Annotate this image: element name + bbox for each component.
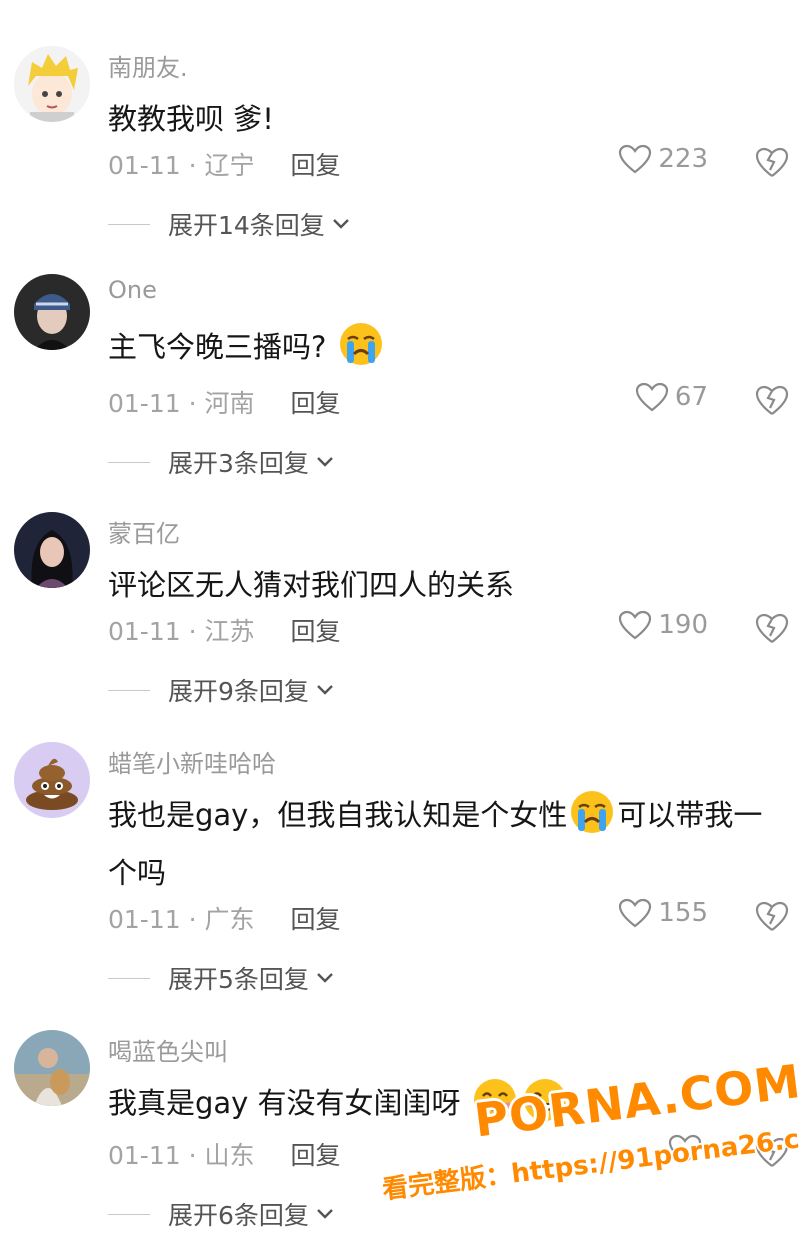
comment-text: 评论区无人猜对我们四人的关系 [108,568,515,602]
avatar[interactable] [14,742,90,818]
username[interactable]: One [108,276,157,304]
avatar[interactable] [14,274,90,350]
comment-location: 河南 [204,389,255,418]
comment-date: 01-11 [108,905,181,934]
comment-text-content: 主飞今晚三播吗? [108,330,327,364]
chevron-down-icon [317,1209,333,1219]
comment-location: 江苏 [204,617,255,646]
heart-icon [635,382,669,412]
separator: · [188,151,197,180]
expand-replies-button[interactable]: 展开3条回复 [108,444,335,480]
expand-replies-button[interactable]: 展开6条回复 [108,1196,335,1232]
comment-location: 山东 [204,1141,255,1170]
username[interactable]: 蒙百亿 [108,514,180,549]
comment-date: 01-11 [108,389,181,418]
separator: · [188,617,197,646]
comment-meta: 01-11 · 河南 回复 [108,384,341,420]
username[interactable]: 喝蓝色尖叫 [108,1032,228,1067]
divider [108,977,150,979]
comment-text: 我也是gay，但我自我认知是个女性 可以带我一个吗 [108,786,778,902]
chevron-down-icon [317,685,333,695]
reply-button[interactable]: 回复 [290,617,340,646]
comment-text-content: 我也是gay，但我自我认知是个女性 [108,798,568,832]
comment-location: 辽宁 [204,151,255,180]
dislike-heart-icon[interactable] [754,384,790,416]
expand-replies-label: 展开6条回复 [168,1201,309,1230]
comment-text: 教教我呗 爹! [108,102,274,136]
divider [108,1213,150,1215]
expand-replies-label: 展开9条回复 [168,677,309,706]
username[interactable]: 蜡笔小新哇哈哈 [108,744,276,779]
comment-date: 01-11 [108,1141,181,1170]
crying-emoji [339,323,382,365]
crying-emoji [571,791,614,833]
separator: · [188,905,197,934]
like-count: 223 [658,144,708,174]
reply-button[interactable]: 回复 [290,389,340,418]
reply-button[interactable]: 回复 [290,1141,340,1170]
like-button[interactable]: 223 [568,144,708,174]
chevron-down-icon [332,219,349,229]
dislike-heart-icon[interactable] [754,146,790,178]
comment-meta: 01-11 · 辽宁 回复 [108,146,341,182]
avatar[interactable] [14,512,90,588]
comment-meta: 01-11 · 广东 回复 [108,900,341,936]
heart-icon [619,144,652,174]
reply-button[interactable]: 回复 [290,905,340,934]
dislike-heart-icon[interactable] [754,612,790,644]
expand-replies-button[interactable]: 展开14条回复 [108,206,351,242]
chevron-down-icon [317,973,333,983]
divider [108,223,150,225]
comment-date: 01-11 [108,151,181,180]
expand-replies-button[interactable]: 展开5条回复 [108,960,335,996]
username[interactable]: 南朋友. [108,48,188,83]
expand-replies-label: 展开5条回复 [168,965,309,994]
comment-text: 主飞今晚三播吗? [108,318,778,376]
avatar[interactable] [14,1030,90,1106]
like-count: 190 [658,610,708,640]
heart-icon [619,610,652,640]
expand-replies-label: 展开3条回复 [168,449,309,478]
like-count: 67 [674,382,708,412]
comment-location: 广东 [204,905,255,934]
like-button[interactable]: 190 [568,610,708,640]
like-count: 155 [658,898,708,928]
chevron-down-icon [317,457,333,467]
heart-icon [619,898,652,928]
comment-meta: 01-11 · 山东 回复 [108,1136,341,1172]
like-button[interactable]: 67 [568,382,708,412]
reply-button[interactable]: 回复 [290,151,340,180]
dislike-heart-icon[interactable] [754,900,790,932]
like-button[interactable]: 155 [568,898,708,928]
comment-date: 01-11 [108,617,181,646]
separator: · [188,1141,197,1170]
separator: · [188,389,197,418]
avatar[interactable] [14,46,90,122]
expand-replies-button[interactable]: 展开9条回复 [108,672,335,708]
comment-meta: 01-11 · 江苏 回复 [108,612,341,648]
divider [108,689,150,691]
divider [108,461,150,463]
expand-replies-label: 展开14条回复 [168,211,325,240]
